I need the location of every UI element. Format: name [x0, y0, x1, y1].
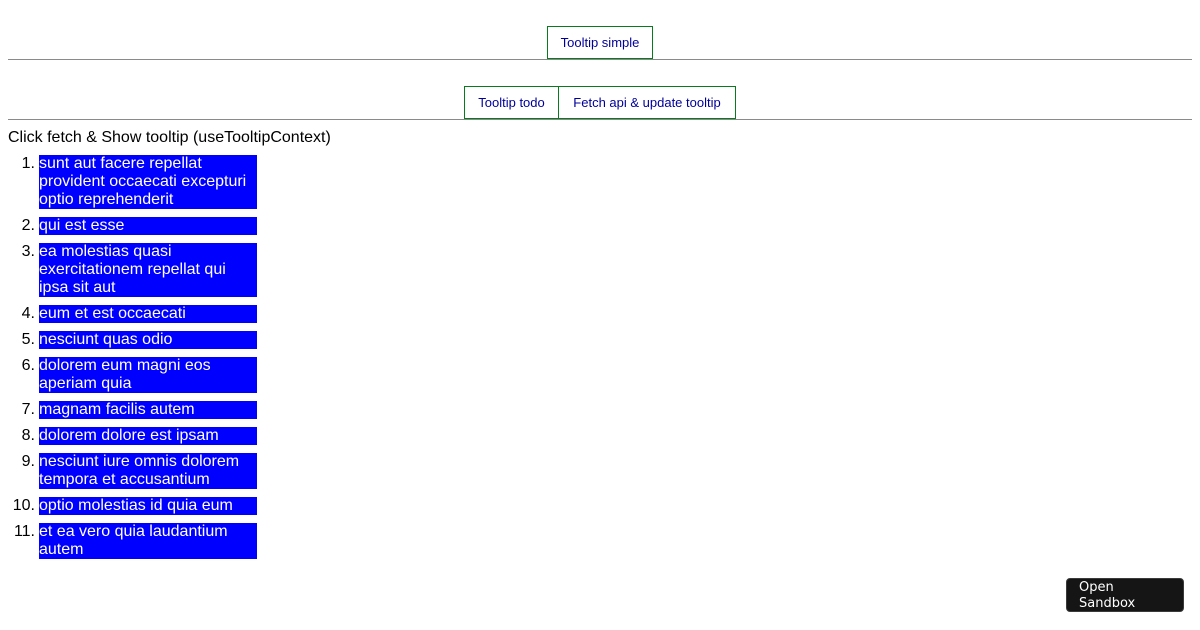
post-title[interactable]: ea molestias quasi exercitationem repell… [39, 243, 257, 297]
post-title[interactable]: dolorem eum magni eos aperiam quia [39, 357, 257, 393]
list-item: magnam facilis autem [22, 401, 1192, 419]
list-item: qui est esse [22, 217, 1192, 235]
post-title[interactable]: sunt aut facere repellat provident occae… [39, 155, 257, 209]
list-item: optio molestias id quia eum [13, 497, 1192, 515]
list-item: nesciunt quas odio [22, 331, 1192, 349]
post-title[interactable]: et ea vero quia laudantium autem [39, 523, 257, 559]
page: Tooltip simple Tooltip todo Fetch api & … [0, 0, 1200, 630]
list-item: dolorem dolore est ipsam [22, 427, 1192, 445]
list-item: eum et est occaecati [22, 305, 1192, 323]
fetch-api-button[interactable]: Fetch api & update tooltip [558, 86, 736, 119]
list-item: dolorem eum magni eos aperiam quia [22, 357, 1192, 393]
post-title[interactable]: nesciunt quas odio [39, 331, 257, 349]
post-title[interactable]: magnam facilis autem [39, 401, 257, 419]
open-sandbox-button[interactable]: Open Sandbox [1066, 578, 1184, 612]
posts-list: sunt aut facere repellat provident occae… [8, 155, 1192, 559]
tooltip-simple-button[interactable]: Tooltip simple [547, 26, 653, 59]
divider-2 [8, 119, 1192, 120]
list-item: sunt aut facere repellat provident occae… [22, 155, 1192, 209]
post-title[interactable]: optio molestias id quia eum [39, 497, 257, 515]
post-title[interactable]: nesciunt iure omnis dolorem tempora et a… [39, 453, 257, 489]
main-content: Tooltip simple Tooltip todo Fetch api & … [0, 0, 1200, 559]
post-title[interactable]: qui est esse [39, 217, 257, 235]
simple-tooltip-row: Tooltip simple [8, 0, 1192, 59]
list-item: nesciunt iure omnis dolorem tempora et a… [22, 453, 1192, 489]
section-heading: Click fetch & Show tooltip (useTooltipCo… [8, 129, 331, 146]
tooltip-todo-button[interactable]: Tooltip todo [464, 86, 559, 119]
list-item: et ea vero quia laudantium autem [14, 523, 1192, 559]
todo-tooltip-row: Tooltip todo Fetch api & update tooltip [8, 60, 1192, 119]
post-title[interactable]: eum et est occaecati [39, 305, 257, 323]
list-item: ea molestias quasi exercitationem repell… [22, 243, 1192, 297]
post-title[interactable]: dolorem dolore est ipsam [39, 427, 257, 445]
